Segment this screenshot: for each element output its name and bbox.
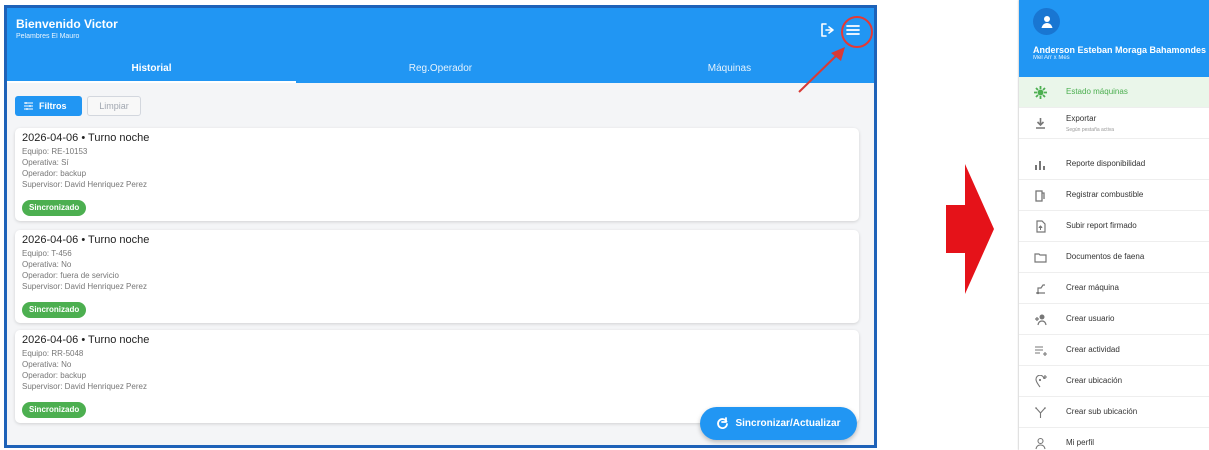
record-title: 2026-04-06 • Turno noche (22, 334, 150, 346)
chart-icon (1035, 161, 1045, 170)
drawer-item-label: Crear actividad (1066, 345, 1120, 354)
record-title: 2026-04-06 • Turno noche (22, 234, 150, 246)
drawer-item-sublabel: Según pestaña activa (1066, 127, 1115, 133)
profile-icon (1035, 437, 1046, 450)
record-equipment: Equipo: RE-10153 (22, 147, 88, 156)
record-operational: Operativa: No (22, 260, 72, 269)
record-operator: Operador: backup (22, 169, 87, 178)
add-activity-icon (1035, 346, 1047, 356)
drawer-item-label: Mi perfil (1066, 438, 1095, 447)
drawer-item-label: Documentos de faena (1066, 252, 1145, 261)
drawer-item-label: Registrar combustible (1066, 190, 1144, 199)
tab-history[interactable]: Historial (7, 55, 296, 83)
folder-icon (1034, 253, 1047, 263)
add-user-icon (1035, 314, 1047, 326)
welcome-title: Bienvenido Victor (16, 17, 118, 31)
machine-icon (1036, 284, 1045, 295)
drawer-profile-header: Anderson Esteban Moraga Bahamondes Mel A… (1019, 0, 1209, 77)
drawer-item-create-location[interactable]: Crear ubicación (1019, 366, 1209, 397)
drawer-item-export[interactable]: Exportar Según pestaña activa (1019, 108, 1209, 139)
avatar[interactable] (1033, 8, 1060, 35)
drawer-user-role: Mel Arr x Mes (1033, 55, 1070, 61)
fuel-icon (1035, 190, 1045, 202)
sync-status-badge: Sincronizado (22, 402, 87, 418)
add-location-icon (1035, 375, 1047, 388)
drawer-item-create-sub-location[interactable]: Crear sub ubicación (1019, 397, 1209, 428)
annotation-arrow-to-menu (798, 47, 845, 93)
sync-status-badge: Sincronizado (22, 200, 87, 216)
record-card[interactable]: 2026-04-06 • Turno noche Equipo: T-456 O… (15, 230, 859, 323)
drawer-item-label: Crear usuario (1066, 314, 1115, 323)
record-equipment: Equipo: RR-5048 (22, 349, 84, 358)
fork-icon (1035, 407, 1046, 418)
record-supervisor: Supervisor: David Henriquez Perez (22, 180, 147, 189)
screenshot-stage: Bienvenido Victor Pelambres El Mauro His… (0, 0, 1209, 450)
drawer-item-upload-signed-report[interactable]: Subir report firmado (1019, 211, 1209, 242)
logout-icon[interactable] (820, 22, 836, 38)
clear-button[interactable]: Limpiar (87, 96, 141, 116)
drawer-item-availability-report[interactable]: Reporte disponibilidad (1019, 149, 1209, 180)
drawer-item-label: Crear sub ubicación (1066, 407, 1138, 416)
filter-icon (24, 102, 33, 110)
gear-icon (1034, 86, 1047, 99)
filters-label: Filtros (39, 101, 67, 111)
record-equipment: Equipo: T-456 (22, 249, 72, 258)
app-tabs: Historial Reg.Operador Máquinas (7, 55, 874, 83)
tab-operator-registration[interactable]: Reg.Operador (296, 55, 585, 83)
record-title: 2026-04-06 • Turno noche (22, 132, 150, 144)
drawer-item-create-machine[interactable]: Crear máquina (1019, 273, 1209, 304)
transition-arrow-icon (946, 164, 994, 294)
record-card[interactable]: 2026-04-06 • Turno noche Equipo: RE-1015… (15, 128, 859, 221)
record-operator: Operador: fuera de servicio (22, 271, 119, 280)
drawer-item-label: Crear ubicación (1066, 376, 1123, 385)
mobile-app-screen: Bienvenido Victor Pelambres El Mauro His… (4, 5, 877, 448)
sync-update-label: Sincronizar/Actualizar (735, 418, 841, 429)
download-icon (1036, 118, 1045, 129)
record-supervisor: Supervisor: David Henriquez Perez (22, 382, 147, 391)
drawer-item-label: Reporte disponibilidad (1066, 159, 1146, 168)
record-operational: Operativa: No (22, 360, 72, 369)
drawer-user-name: Anderson Esteban Moraga Bahamondes (1033, 45, 1207, 55)
record-operator: Operador: backup (22, 371, 87, 380)
upload-document-icon (1036, 220, 1046, 233)
drawer-item-label: Exportar (1066, 114, 1097, 123)
drawer-item-create-activity[interactable]: Crear actividad (1019, 335, 1209, 366)
record-operational: Operativa: Sí (22, 158, 69, 167)
navigation-drawer: Anderson Esteban Moraga Bahamondes Mel A… (1019, 0, 1209, 450)
drawer-item-create-user[interactable]: Crear usuario (1019, 304, 1209, 335)
drawer-item-site-documents[interactable]: Documentos de faena (1019, 242, 1209, 273)
refresh-icon (717, 417, 729, 429)
sync-update-button[interactable]: Sincronizar/Actualizar (700, 407, 857, 440)
drawer-item-machine-status[interactable]: Estado máquinas (1019, 77, 1209, 108)
filters-button[interactable]: Filtros (15, 96, 82, 116)
drawer-item-fuel-register[interactable]: Registrar combustible (1019, 180, 1209, 211)
user-icon (1041, 15, 1052, 28)
app-header: Bienvenido Victor Pelambres El Mauro His… (7, 8, 874, 83)
sync-status-badge: Sincronizado (22, 302, 87, 318)
drawer-item-my-profile[interactable]: Mi perfil (1019, 428, 1209, 450)
drawer-item-label: Estado máquinas (1066, 87, 1128, 96)
drawer-item-label: Subir report firmado (1066, 221, 1137, 230)
site-subtitle: Pelambres El Mauro (16, 33, 80, 40)
drawer-item-label: Crear máquina (1066, 283, 1119, 292)
record-supervisor: Supervisor: David Henriquez Perez (22, 282, 147, 291)
